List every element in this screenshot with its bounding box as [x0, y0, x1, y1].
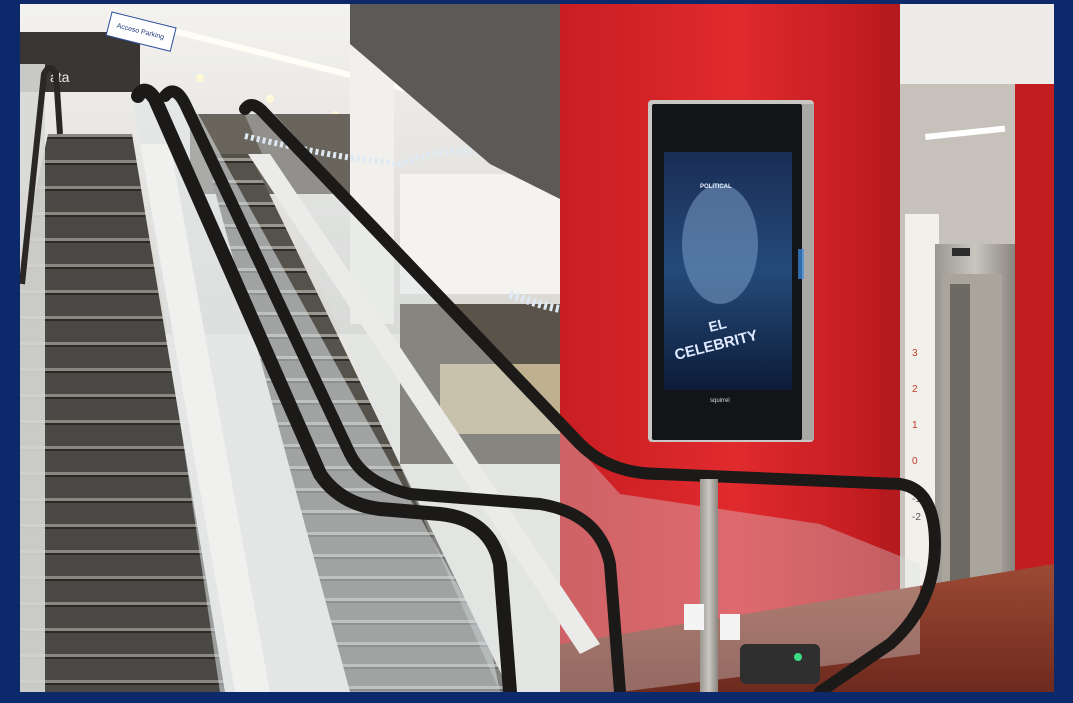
photo-frame: Acceso Parking ata 3 2 1 0 -1 -2 POLITIC… [0, 0, 1073, 703]
red-pillar-right [1015, 84, 1054, 604]
kiosk-footer-brand: squirrel [710, 398, 730, 404]
ceiling-right [900, 4, 1054, 84]
ceiling-light [196, 74, 204, 82]
svg-text:1: 1 [912, 420, 918, 431]
pictogram-sign [720, 614, 740, 640]
status-light [794, 653, 802, 661]
pictogram-sign [684, 604, 704, 630]
poster-face [682, 184, 758, 304]
svg-text:3: 3 [912, 348, 918, 359]
kiosk-side-light [798, 249, 804, 279]
svg-text:0: 0 [912, 456, 918, 467]
escalator-comb-plate [740, 644, 820, 684]
poster-brand: POLITICAL [700, 184, 732, 190]
svg-text:-2: -2 [912, 512, 921, 523]
ceiling-light [266, 95, 274, 103]
digital-signage-kiosk: POLITICAL EL CELEBRITY squirrel [648, 100, 814, 442]
svg-text:2: 2 [912, 384, 918, 395]
sign-pole [700, 479, 718, 692]
elevator-indicator [952, 248, 970, 256]
mall-escalator-photo: Acceso Parking ata 3 2 1 0 -1 -2 POLITIC… [20, 4, 1054, 692]
elevator-door-glass [950, 284, 970, 584]
scene-svg: Acceso Parking ata 3 2 1 0 -1 -2 POLITIC… [20, 4, 1054, 692]
